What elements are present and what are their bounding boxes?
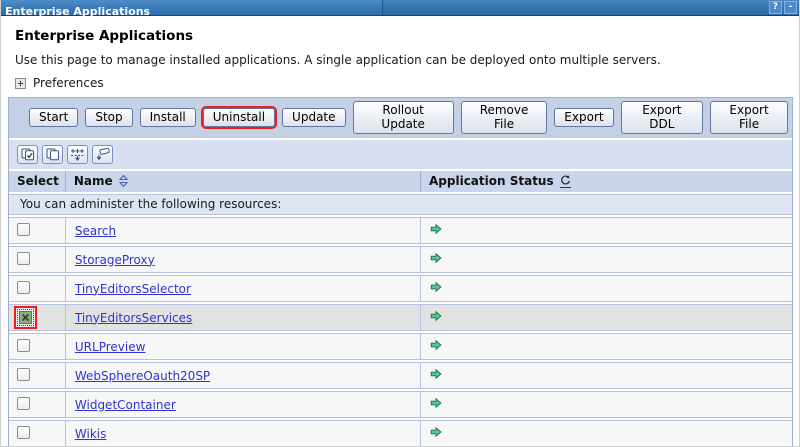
window-title: Enterprise Applications: [1, 4, 150, 19]
row-checkbox[interactable]: [17, 223, 30, 236]
app-name-link[interactable]: Wikis: [75, 427, 106, 441]
export-button[interactable]: Export: [554, 108, 613, 127]
page-title: Enterprise Applications: [15, 28, 791, 44]
status-started-icon: [430, 252, 442, 264]
app-name-link[interactable]: WebSphereOauth20SP: [75, 369, 210, 383]
show-filter-button[interactable]: [67, 145, 88, 164]
remove-file-button[interactable]: Remove File: [461, 101, 548, 134]
table-caption: You can administer the following resourc…: [9, 194, 792, 215]
app-name-link[interactable]: Search: [75, 224, 116, 238]
status-started-icon: [430, 426, 442, 438]
help-button[interactable]: ?: [769, 1, 782, 14]
stop-button[interactable]: Stop: [85, 108, 132, 127]
titlebar-divider: [382, 0, 383, 15]
window-titlebar: Enterprise Applications ? -: [1, 0, 799, 16]
row-checkbox[interactable]: [17, 339, 30, 352]
status-started-icon: [430, 281, 442, 293]
table-row: Search: [9, 217, 792, 244]
table-row: URLPreview: [9, 333, 792, 360]
status-started-icon: [430, 223, 442, 235]
table-row-selected: TinyEditorsServices: [9, 304, 792, 331]
table-row: TinyEditorsSelector: [9, 275, 792, 302]
uninstall-button[interactable]: Uninstall: [203, 108, 275, 127]
rollout-update-button[interactable]: Rollout Update: [353, 101, 454, 134]
preferences-toggle[interactable]: Preferences: [15, 76, 791, 90]
preferences-label: Preferences: [33, 76, 104, 90]
checkmark-x-icon: [21, 313, 30, 322]
enterprise-applications-portlet: Enterprise Applications ? - Enterprise A…: [0, 0, 800, 447]
show-filter-icon: [70, 148, 85, 161]
status-started-icon: [430, 397, 442, 409]
table-row: Wikis: [9, 420, 792, 447]
install-button[interactable]: Install: [140, 108, 196, 127]
deselect-all-button[interactable]: [42, 145, 63, 164]
table-row: WidgetContainer: [9, 391, 792, 418]
sort-icon[interactable]: [119, 175, 128, 187]
row-checkbox[interactable]: [17, 397, 30, 410]
page-intro: Enterprise Applications Use this page to…: [1, 16, 799, 90]
select-all-button[interactable]: [17, 145, 38, 164]
table-row: StorageProxy: [9, 246, 792, 273]
update-button[interactable]: Update: [282, 108, 345, 127]
export-file-button[interactable]: Export File: [710, 101, 788, 134]
refresh-status-icon[interactable]: [560, 175, 571, 188]
table-caption-row: You can administer the following resourc…: [9, 194, 792, 215]
action-toolbar: Start Stop Install Uninstall Update Roll…: [9, 98, 792, 140]
column-header-status: Application Status: [421, 171, 792, 192]
table-header-row: Select Name Appli: [9, 171, 792, 192]
checkbox-highlight-box: [14, 306, 37, 329]
row-checkbox[interactable]: [17, 426, 30, 439]
hide-filter-icon: [95, 148, 110, 161]
table-row: WebSphereOauth20SP: [9, 362, 792, 389]
app-name-link[interactable]: URLPreview: [75, 340, 146, 354]
status-started-icon: [430, 339, 442, 351]
expand-plus-icon: [15, 78, 26, 89]
hide-filter-button[interactable]: [92, 145, 113, 164]
status-started-icon: [430, 310, 442, 322]
row-checkbox[interactable]: [17, 368, 30, 381]
select-all-icon: [21, 148, 35, 161]
applications-table: Select Name Appli: [9, 169, 792, 447]
app-name-link[interactable]: WidgetContainer: [75, 398, 176, 412]
row-checkbox[interactable]: [17, 252, 30, 265]
status-started-icon: [430, 368, 442, 380]
applications-collection: Start Stop Install Uninstall Update Roll…: [8, 97, 793, 447]
app-name-link[interactable]: TinyEditorsSelector: [75, 282, 191, 296]
table-toolbar: [9, 140, 792, 169]
column-header-name: Name: [66, 171, 421, 192]
start-button[interactable]: Start: [29, 108, 78, 127]
app-name-link[interactable]: TinyEditorsServices: [75, 311, 192, 325]
column-header-select: Select: [9, 171, 66, 192]
export-ddl-button[interactable]: Export DDL: [621, 101, 704, 134]
minimize-button[interactable]: -: [784, 1, 797, 14]
app-name-link[interactable]: StorageProxy: [75, 253, 155, 267]
titlebar-shade: [383, 0, 799, 15]
page-description: Use this page to manage installed applic…: [15, 53, 791, 67]
row-checkbox-checked[interactable]: [19, 311, 32, 324]
row-checkbox[interactable]: [17, 281, 30, 294]
deselect-all-icon: [46, 148, 60, 161]
